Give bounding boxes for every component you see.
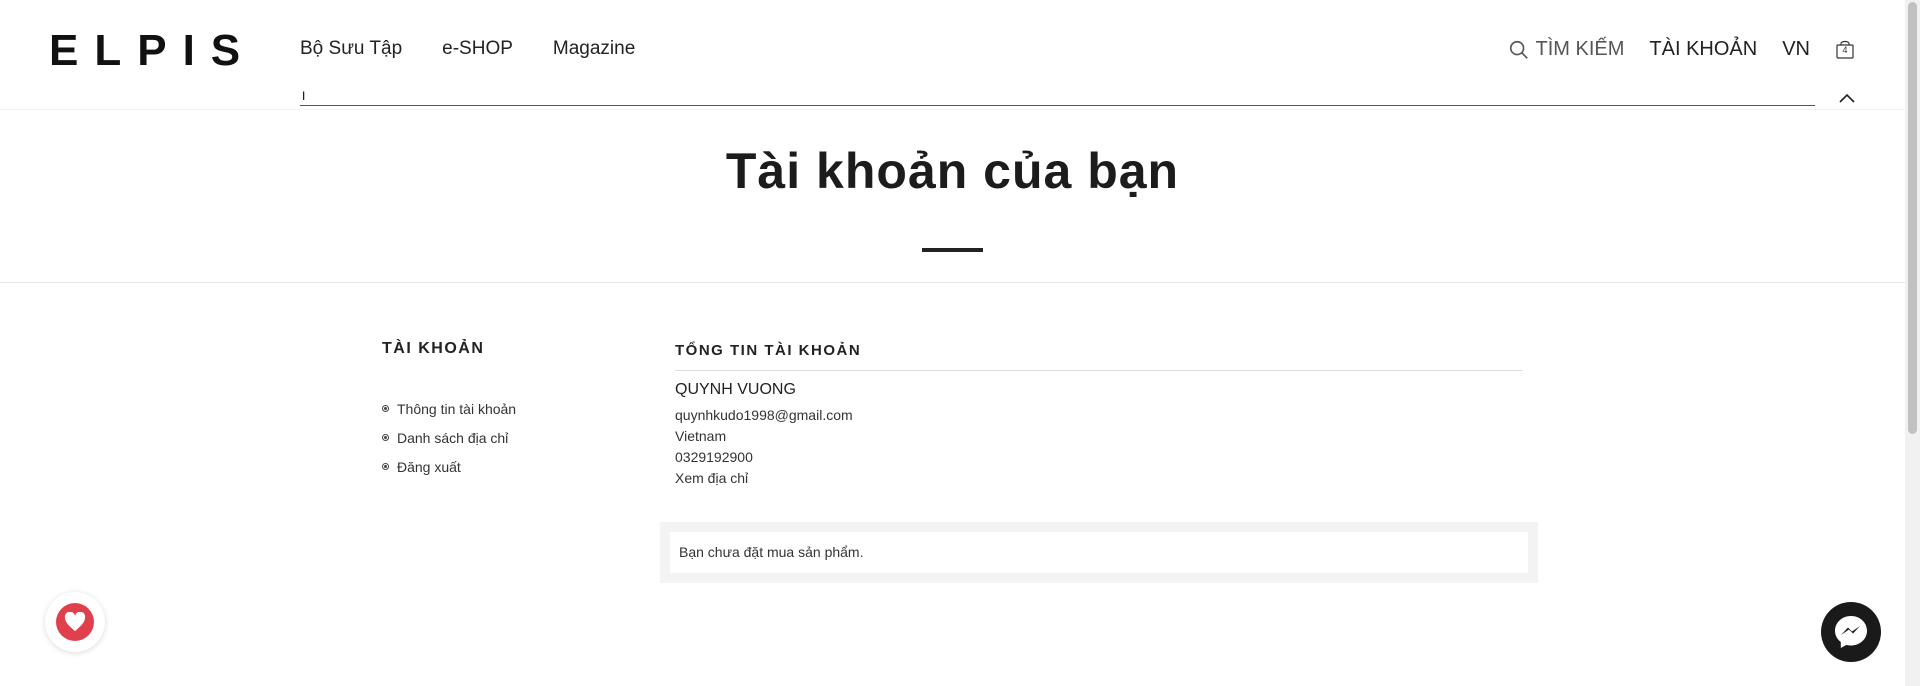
title-section: Tài khoản của bạn: [0, 110, 1905, 283]
nav-magazine[interactable]: Magazine: [553, 38, 635, 60]
account-info: TỔNG TIN TÀI KHOẢN QUYNH VUONG quynhkudo…: [675, 342, 1523, 489]
title-divider: [922, 248, 983, 252]
sidebar-item-label: Danh sách địa chỉ: [397, 429, 509, 446]
bullet-icon: [382, 405, 389, 412]
language-switch[interactable]: VN: [1782, 38, 1810, 61]
customer-email: quynhkudo1998@gmail.com: [675, 407, 853, 423]
cart-count: 4: [1842, 44, 1848, 55]
account-info-heading: TỔNG TIN TÀI KHOẢN: [675, 342, 1523, 371]
sidebar-item-account-info[interactable]: Thông tin tài khoản: [382, 394, 632, 423]
customer-phone: 0329192900: [675, 449, 753, 465]
customer-country: Vietnam: [675, 428, 727, 444]
heart-icon: [64, 612, 86, 632]
bullet-icon: [382, 434, 389, 441]
sidebar-item-label: Đăng xuất: [397, 458, 461, 475]
page-title: Tài khoản của bạn: [725, 143, 1180, 199]
account-link[interactable]: TÀI KHOẢN: [1649, 38, 1757, 61]
sidebar-item-logout[interactable]: Đăng xuất: [382, 452, 632, 481]
chevron-up-icon: [1839, 93, 1855, 103]
orders-panel: Bạn chưa đặt mua sản phẩm.: [660, 522, 1538, 583]
cart-button[interactable]: 4: [1835, 40, 1855, 60]
bullet-icon: [382, 463, 389, 470]
search-button[interactable]: TÌM KIẾM: [1508, 38, 1625, 61]
sidebar-menu: Thông tin tài khoản Danh sách địa chỉ Đă…: [382, 394, 632, 481]
nav-collections[interactable]: Bộ Sưu Tập: [300, 38, 402, 60]
favorites-circle: [56, 603, 94, 641]
scrollbar-thumb[interactable]: [1908, 2, 1917, 434]
messenger-icon: [1835, 616, 1867, 648]
search-label: TÌM KIẾM: [1535, 38, 1625, 60]
sidebar-item-address-list[interactable]: Danh sách địa chỉ: [382, 423, 632, 452]
collapse-search-button[interactable]: [1837, 90, 1857, 106]
messenger-chat-button[interactable]: [1821, 602, 1881, 662]
logo[interactable]: ELPIS: [49, 26, 256, 76]
site-header: ELPIS Bộ Sưu Tập e-SHOP Magazine TÌM KIẾ…: [0, 0, 1905, 110]
main-nav: Bộ Sưu Tập e-SHOP Magazine: [300, 38, 635, 60]
nav-eshop[interactable]: e-SHOP: [442, 38, 513, 60]
customer-name: QUYNH VUONG: [675, 381, 796, 398]
favorites-widget[interactable]: [45, 592, 105, 652]
account-sidebar: TÀI KHOẢN Thông tin tài khoản Danh sách …: [382, 340, 632, 481]
orders-empty-message: Bạn chưa đặt mua sản phẩm.: [670, 532, 1528, 573]
sidebar-item-label: Thông tin tài khoản: [397, 400, 517, 417]
header-actions: TÌM KIẾM TÀI KHOẢN VN 4: [1508, 38, 1855, 61]
page-scrollbar[interactable]: [1905, 0, 1920, 686]
search-input[interactable]: [300, 86, 1815, 105]
search-icon: [1509, 40, 1528, 59]
search-bar: [300, 86, 1815, 106]
sidebar-heading: TÀI KHOẢN: [382, 340, 485, 357]
view-address-link[interactable]: Xem địa chỉ: [675, 468, 1523, 489]
